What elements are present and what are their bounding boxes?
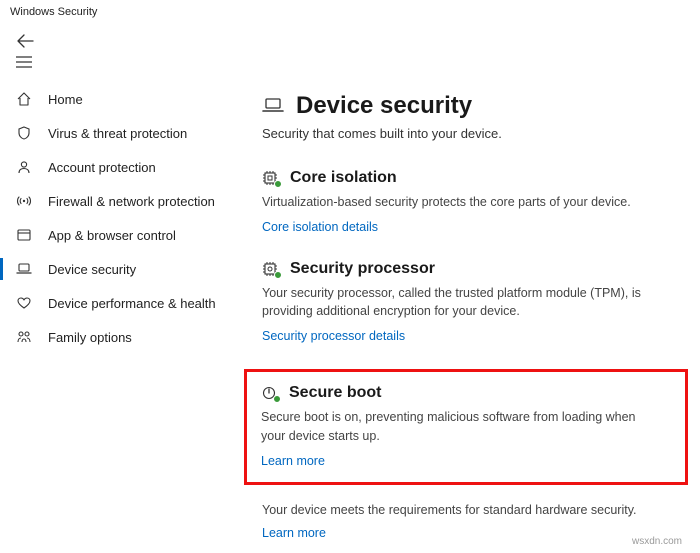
person-icon [16,159,34,175]
section-security-processor: Security processor Your security process… [262,260,682,343]
sidebar-item-app-browser[interactable]: App & browser control [0,218,240,252]
highlighted-section: Secure boot Secure boot is on, preventin… [244,369,688,484]
laptop-icon [16,261,34,277]
sidebar-item-virus[interactable]: Virus & threat protection [0,116,240,150]
sidebar-item-label: Family options [48,330,132,345]
sidebar-item-label: Home [48,92,83,107]
sidebar-item-device-security[interactable]: Device security [0,252,240,286]
window-title: Windows Security [0,0,700,28]
section-title: Core isolation [290,169,397,187]
hamburger-menu[interactable] [0,52,700,78]
sidebar: Home Virus & threat protection Account p… [0,78,240,553]
family-icon [16,329,34,345]
antenna-icon [16,193,34,209]
core-isolation-details-link[interactable]: Core isolation details [262,220,378,234]
shield-icon [16,125,34,141]
section-body: Virtualization-based security protects t… [262,193,652,211]
section-title: Security processor [290,260,435,278]
page-title: Device security [296,92,472,120]
sidebar-item-home[interactable]: Home [0,82,240,116]
power-icon [261,385,279,401]
footer-learn-more-link[interactable]: Learn more [262,526,326,540]
watermark: wsxdn.com [632,536,682,547]
section-body: Secure boot is on, preventing malicious … [261,408,651,444]
sidebar-item-label: Virus & threat protection [48,126,187,141]
app-icon [16,227,34,243]
sidebar-item-label: Firewall & network protection [48,194,215,209]
security-processor-details-link[interactable]: Security processor details [262,329,405,343]
sidebar-item-performance[interactable]: Device performance & health [0,286,240,320]
sidebar-item-label: Device security [48,262,136,277]
section-title: Secure boot [289,384,381,402]
secure-boot-learn-more-link[interactable]: Learn more [261,454,325,468]
home-icon [16,91,34,107]
footer-status: Your device meets the requirements for s… [262,503,682,517]
sidebar-item-family[interactable]: Family options [0,320,240,354]
chip-icon [262,170,280,186]
page-subtitle: Security that comes built into your devi… [262,126,682,141]
laptop-icon [262,96,284,116]
main-content: Device security Security that comes buil… [240,78,700,553]
sidebar-item-firewall[interactable]: Firewall & network protection [0,184,240,218]
sidebar-item-account[interactable]: Account protection [0,150,240,184]
back-button[interactable] [16,34,690,48]
section-core-isolation: Core isolation Virtualization-based secu… [262,169,682,234]
sidebar-item-label: Account protection [48,160,156,175]
section-body: Your security processor, called the trus… [262,284,652,320]
processor-icon [262,261,280,277]
sidebar-item-label: Device performance & health [48,296,216,311]
sidebar-item-label: App & browser control [48,228,176,243]
heart-icon [16,295,34,311]
